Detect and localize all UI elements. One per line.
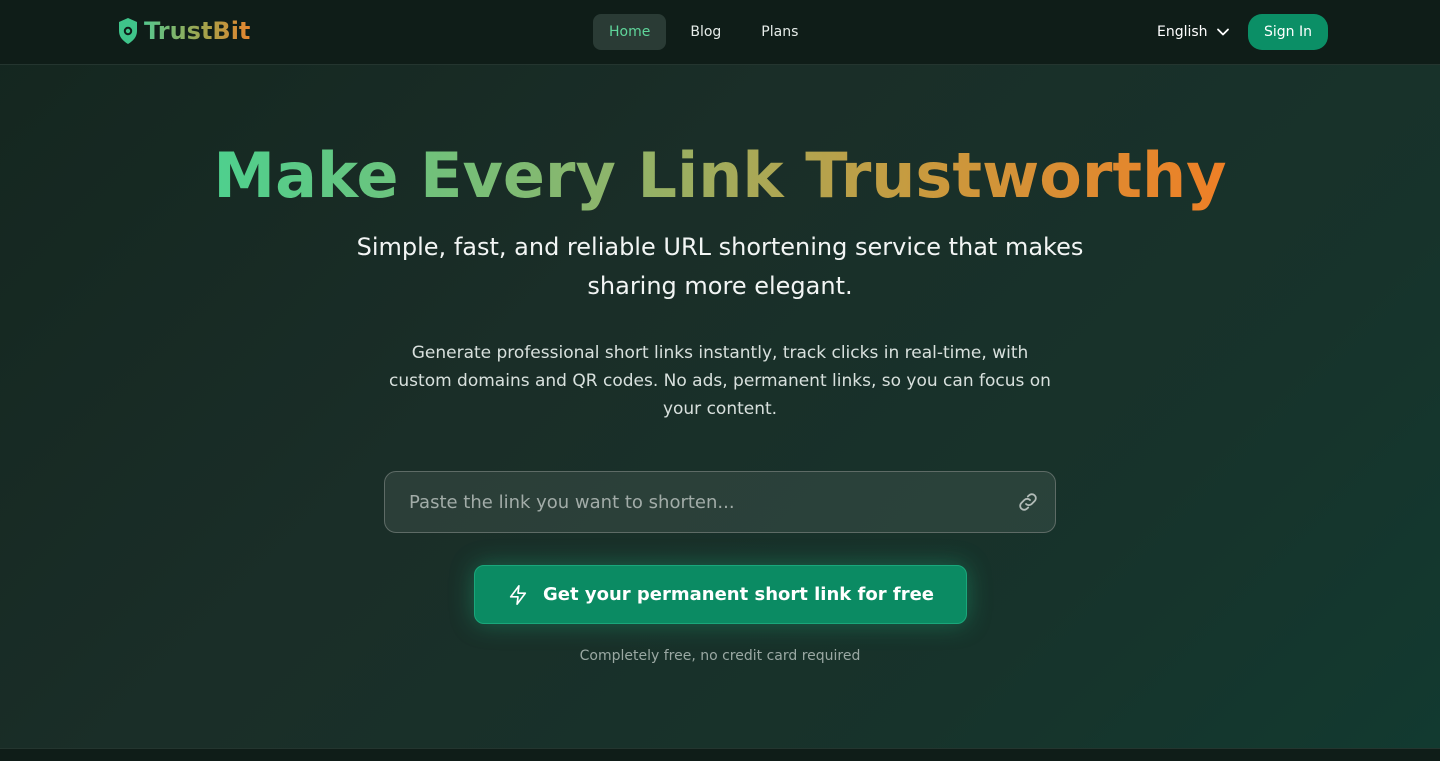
language-selector[interactable]: English <box>1157 14 1230 50</box>
page: TrustBit Home Blog Plans English Sign In… <box>0 0 1440 761</box>
logo[interactable]: TrustBit <box>118 16 250 46</box>
link-icon <box>1019 493 1037 511</box>
free-note: Completely free, no credit card required <box>579 648 861 664</box>
nav-item-home[interactable]: Home <box>593 14 667 50</box>
hero-subtitle: Simple, fast, and reliable URL shortenin… <box>356 233 1084 300</box>
url-input-container <box>384 471 1056 533</box>
language-label: English <box>1157 24 1208 40</box>
nav-item-plans[interactable]: Plans <box>745 14 814 50</box>
shorten-link-button-label: Get your permanent short link for free <box>543 584 934 605</box>
section-divider <box>0 748 1440 761</box>
sign-in-button[interactable]: Sign In <box>1248 14 1328 50</box>
shield-icon <box>119 18 137 44</box>
top-navigation-bar: TrustBit Home Blog Plans English Sign In <box>0 0 1440 65</box>
hero-title: Make Every Link Trustworthy <box>0 138 1440 214</box>
main-nav: Home Blog Plans <box>593 14 814 50</box>
logo-text: TrustBit <box>144 17 251 45</box>
hero-description: Generate professional short links instan… <box>389 343 1051 419</box>
nav-item-blog[interactable]: Blog <box>674 14 737 50</box>
chevron-down-icon <box>1216 28 1229 36</box>
lightning-icon <box>509 584 527 605</box>
hero-title-text: Make Every Link Trustworthy <box>213 139 1227 212</box>
url-input[interactable] <box>385 472 985 532</box>
shorten-link-button[interactable]: Get your permanent short link for free <box>474 565 967 624</box>
